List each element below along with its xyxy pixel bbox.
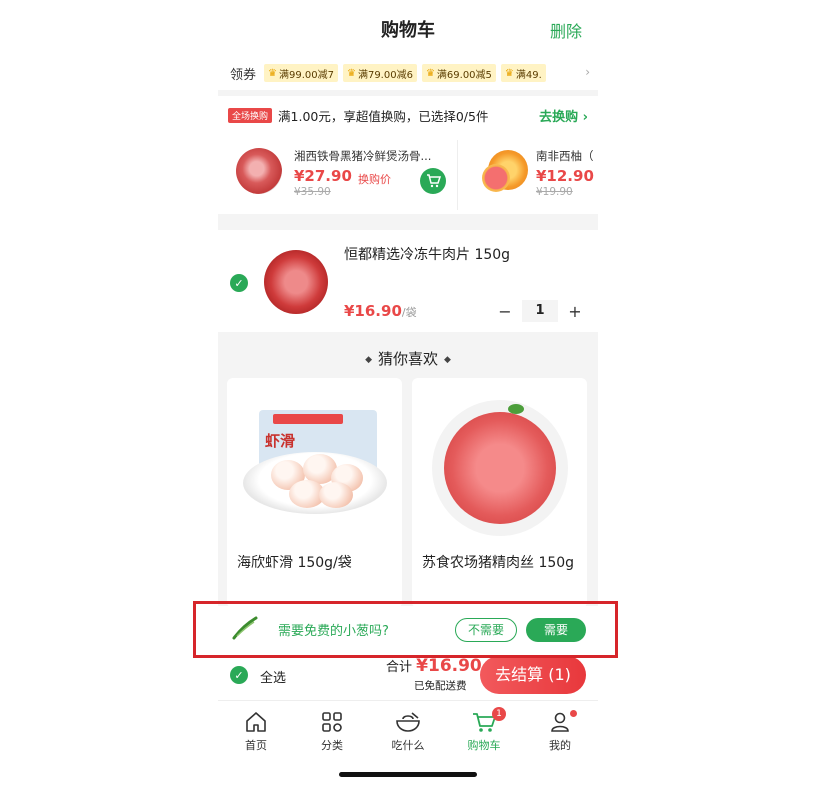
home-icon [246, 712, 266, 732]
coupon-chip[interactable]: ♛ 满99.00减7 [264, 64, 338, 82]
exchange-item-price: ¥27.90 [294, 167, 352, 185]
page-title: 购物车 [381, 20, 435, 41]
cart-icon [426, 174, 441, 188]
item-name[interactable]: 恒都精选冷冻牛肉片 150g [344, 244, 510, 264]
header: 购物车 删除 [218, 0, 598, 56]
coupon-strip[interactable]: 领券 ♛ 满99.00减7 ♛ 满79.00减6 ♛ 满69.00减5 ♛ 满49. › [218, 56, 598, 90]
grid-icon [322, 712, 342, 732]
tab-home[interactable]: 首页 [218, 709, 294, 753]
checkout-bar: ✓ 全选 合计 ¥16.90 已免配送费 去结算 (1) [218, 650, 598, 700]
scallion-question: 需要免费的小葱吗? [278, 624, 389, 639]
accept-button[interactable]: 需要 [526, 618, 586, 642]
recommend-title: ◆ 猜你喜欢 ◆ [365, 350, 451, 368]
chevron-right-icon[interactable]: › [585, 65, 590, 79]
exchange-item-price: ¥12.90 [536, 167, 594, 185]
crown-icon: ♛ [268, 67, 277, 79]
select-all-checkbox[interactable]: ✓ [230, 666, 248, 684]
select-all-label[interactable]: 全选 [260, 667, 286, 686]
exchange-link[interactable]: 去换购 › [539, 106, 588, 125]
user-icon [551, 712, 569, 732]
exchange-item[interactable]: 南非西柚（ ¥12.90 换 ¥19.90 [474, 140, 598, 210]
item-price: ¥16.90/袋 [344, 302, 417, 320]
product-image [236, 148, 282, 194]
exchange-item-name: 南非西柚（ [536, 149, 594, 163]
exchange-price-tag: 换购价 [358, 173, 391, 186]
exchange-section: 全场换购 满1.00元，享超值换购，已选择0/5件 去换购 › 湘西铁骨黑猪冷鲜… [218, 96, 598, 214]
crown-icon: ♛ [425, 67, 435, 79]
check-icon: ✓ [234, 276, 244, 290]
phone-screen: 购物车 删除 领券 ♛ 满99.00减7 ♛ 满79.00减6 ♛ 满69.00减5 … [218, 0, 598, 800]
total-price: 合计 ¥16.90 [386, 656, 482, 676]
tab-what-to-eat[interactable]: 吃什么 [370, 709, 446, 753]
cart-item[interactable]: ✓ 恒都精选冷冻牛肉片 150g ¥16.90/袋 − 1 + [218, 230, 598, 332]
product-image [482, 146, 530, 194]
diamond-icon: ◆ [365, 354, 372, 365]
cart-badge: 1 [492, 707, 506, 721]
tab-bar: 首页 分类 吃什么 1 购物车 我的 [218, 700, 598, 800]
exchange-item-name: 湘西铁骨黑猪冷鲜煲汤骨... [294, 149, 432, 163]
tab-profile[interactable]: 我的 [522, 709, 598, 753]
increase-button[interactable]: + [564, 302, 586, 321]
crown-icon: ♛ [504, 67, 514, 79]
notification-dot [570, 710, 577, 717]
product-image[interactable] [264, 250, 328, 314]
delete-button[interactable]: 删除 [550, 18, 582, 42]
quantity-field[interactable]: 1 [522, 300, 558, 322]
crown-icon: ♛ [346, 67, 356, 79]
free-scallion-prompt: 需要免费的小葱吗? 不需要 需要 [218, 606, 598, 650]
item-checkbox[interactable]: ✓ [230, 274, 248, 292]
tab-cart[interactable]: 1 购物车 [446, 707, 522, 753]
exchange-item[interactable]: 湘西铁骨黑猪冷鲜煲汤骨... ¥27.90 换购价 ¥35.90 [228, 140, 458, 210]
decline-button[interactable]: 不需要 [455, 618, 517, 642]
exchange-tag: 全场换购 [228, 107, 273, 123]
exchange-header: 全场换购 满1.00元，享超值换购，已选择0/5件 去换购 › [228, 106, 588, 125]
recommend-card[interactable]: 苏食农场猪精肉丝 150g [412, 378, 587, 608]
tab-category[interactable]: 分类 [294, 709, 370, 753]
recommend-name: 苏食农场猪精肉丝 150g [422, 555, 575, 571]
package-label: 虾滑 [265, 432, 296, 450]
herb-garnish [508, 404, 524, 414]
coupon-chip[interactable]: ♛ 满49. [500, 64, 546, 82]
add-to-cart-button[interactable] [420, 168, 446, 194]
exchange-original-price: ¥35.90 [294, 186, 331, 198]
recommend-card[interactable]: 虾滑 海欣虾滑 150g/袋 [227, 378, 402, 608]
coupon-chip[interactable]: ♛ 满79.00减6 [342, 64, 417, 82]
bowl-icon [396, 712, 420, 732]
scallion-icon [232, 616, 258, 640]
decrease-button[interactable]: − [494, 302, 516, 321]
recommend-name: 海欣虾滑 150g/袋 [237, 555, 352, 571]
exchange-description: 满1.00元，享超值换购，已选择0/5件 [278, 108, 489, 124]
shipping-note: 已免配送费 [414, 680, 467, 692]
coupon-label: 领券 [230, 67, 257, 83]
exchange-original-price: ¥19.90 [536, 186, 573, 198]
diamond-icon: ◆ [444, 354, 451, 365]
coupon-chip[interactable]: ♛ 满69.00减5 [421, 64, 496, 82]
quantity-stepper: − 1 + [494, 300, 586, 322]
product-image [444, 412, 556, 524]
home-indicator[interactable] [339, 772, 477, 777]
checkout-button[interactable]: 去结算 (1) [480, 656, 586, 694]
check-icon: ✓ [234, 668, 244, 682]
